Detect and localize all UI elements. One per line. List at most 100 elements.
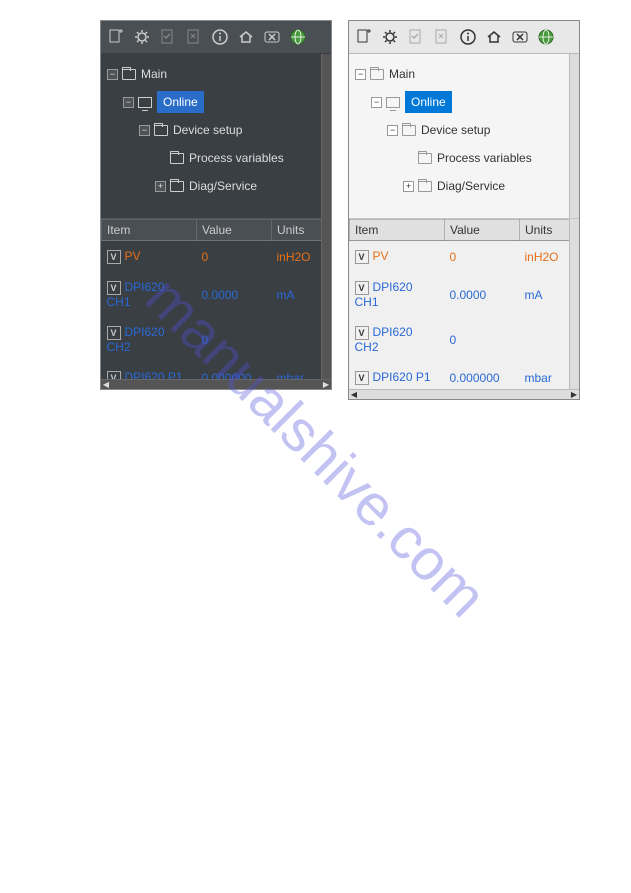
tree-view: − Main − Online − Device setup Process v… [101,54,331,219]
v-badge-icon: V [355,250,369,264]
v-badge-icon: V [355,326,369,340]
toolbar [101,21,331,54]
delete-page-icon[interactable] [431,26,453,48]
scroll-left-icon[interactable]: ◀ [101,380,111,389]
monitor-icon [386,97,400,108]
collapse-icon[interactable]: − [355,69,366,80]
collapse-icon[interactable]: − [387,125,398,136]
tree-item-online[interactable]: − Online [355,88,575,116]
tree-item-process-variables[interactable]: Process variables [107,144,327,172]
new-file-icon[interactable] [105,26,127,48]
tree-item-process-variables[interactable]: Process variables [355,144,575,172]
table-row[interactable]: VPV0inH2O [350,241,579,273]
collapse-icon[interactable]: − [107,69,118,80]
tree-label: Main [389,67,415,81]
v-badge-icon: V [107,281,121,295]
tree-label: Process variables [189,151,284,165]
tree-label-selected: Online [157,91,204,113]
table-wrap: Item Value Units VPV0inH2OVDPI620 CH10.0… [101,219,331,389]
tree-item-device-setup[interactable]: − Device setup [355,116,575,144]
table-h-scrollbar[interactable]: ◀ ▶ [349,389,579,399]
tree-item-main[interactable]: − Main [355,60,575,88]
close-x-icon[interactable] [261,26,283,48]
home-icon[interactable] [235,26,257,48]
v-badge-icon: V [107,326,121,340]
cell-item: PV [125,249,141,263]
tree-item-diag-service[interactable]: + Diag/Service [107,172,327,200]
delete-page-icon[interactable] [183,26,205,48]
check-page-icon[interactable] [157,26,179,48]
tree-item-device-setup[interactable]: − Device setup [107,116,327,144]
folder-icon [170,181,184,192]
cell-value: 0 [445,317,520,362]
table-row[interactable]: VDPI620 CH20 [350,317,579,362]
panel-dark: − Main − Online − Device setup Process v… [100,20,332,390]
variables-table: Item Value Units VPV0inH2OVDPI620 CH10.0… [101,219,331,389]
gear-icon[interactable] [379,26,401,48]
tree-item-main[interactable]: − Main [107,60,327,88]
cell-value: 0.0000 [197,272,272,317]
tree-label: Diag/Service [189,179,257,193]
collapse-icon[interactable]: − [139,125,150,136]
folder-icon [370,69,384,80]
tree-label: Process variables [437,151,532,165]
table-row[interactable]: VDPI620 CH10.0000mA [350,272,579,317]
variables-table: Item Value Units VPV0inH2OVDPI620 CH10.0… [349,219,579,399]
collapse-icon[interactable]: − [123,97,134,108]
gear-icon[interactable] [131,26,153,48]
cell-value: 0 [197,317,272,362]
tree-label-selected: Online [405,91,452,113]
tree-scrollbar[interactable] [321,54,331,218]
cell-value: 0.0000 [445,272,520,317]
v-badge-icon: V [107,250,121,264]
folder-icon [418,181,432,192]
tree-item-online[interactable]: − Online [107,88,327,116]
expand-icon[interactable]: + [155,181,166,192]
folder-icon [154,125,168,136]
v-badge-icon: V [355,281,369,295]
tree-scrollbar[interactable] [569,54,579,218]
toolbar [349,21,579,54]
cell-value: 0 [445,241,520,273]
col-item[interactable]: Item [102,220,197,241]
home-icon[interactable] [483,26,505,48]
cell-item: PV [373,249,389,263]
cell-item: DPI620 P1 [373,370,431,384]
table-body-dark: VPV0inH2OVDPI620 CH10.0000mAVDPI620 CH20… [102,241,331,390]
table-v-scrollbar[interactable] [321,219,331,389]
globe-icon[interactable] [535,26,557,48]
info-icon[interactable] [457,26,479,48]
panel-light: − Main − Online − Device setup Process v… [348,20,580,400]
table-wrap: Item Value Units VPV0inH2OVDPI620 CH10.0… [349,219,579,399]
expand-icon[interactable]: + [403,181,414,192]
globe-icon[interactable] [287,26,309,48]
col-value[interactable]: Value [197,220,272,241]
tree-label: Diag/Service [437,179,505,193]
scroll-right-icon[interactable]: ▶ [569,390,579,399]
folder-icon [170,153,184,164]
collapse-icon[interactable]: − [371,97,382,108]
v-badge-icon: V [355,371,369,385]
new-file-icon[interactable] [353,26,375,48]
scroll-left-icon[interactable]: ◀ [349,390,359,399]
tree-view: − Main − Online − Device setup Process v… [349,54,579,219]
folder-icon [402,125,416,136]
close-x-icon[interactable] [509,26,531,48]
tree-item-diag-service[interactable]: + Diag/Service [355,172,575,200]
info-icon[interactable] [209,26,231,48]
table-h-scrollbar[interactable]: ◀ ▶ [101,379,331,389]
table-row[interactable]: VPV0inH2O [102,241,331,273]
table-row[interactable]: VDPI620 CH20 [102,317,331,362]
folder-icon [122,69,136,80]
cell-value: 0 [197,241,272,273]
col-value[interactable]: Value [445,220,520,241]
col-item[interactable]: Item [350,220,445,241]
check-page-icon[interactable] [405,26,427,48]
scroll-right-icon[interactable]: ▶ [321,380,331,389]
folder-icon [418,153,432,164]
monitor-icon [138,97,152,108]
table-body-light: VPV0inH2OVDPI620 CH10.0000mAVDPI620 CH20… [350,241,579,400]
table-v-scrollbar[interactable] [569,219,579,399]
table-row[interactable]: VDPI620 CH10.0000mA [102,272,331,317]
tree-label: Device setup [421,123,490,137]
